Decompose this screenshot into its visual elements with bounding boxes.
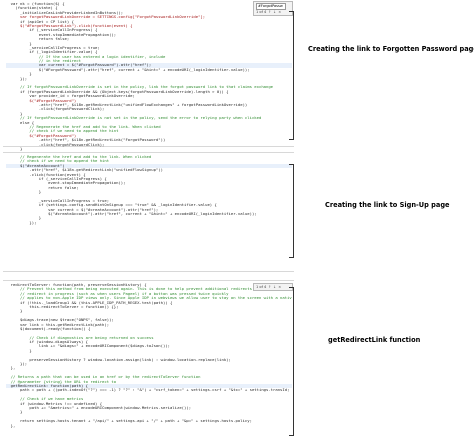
- find-match-count: 1 of 4: [256, 10, 267, 14]
- next-match-icon[interactable]: ↓: [273, 10, 276, 15]
- annotation-get-redirect-link: getRedirectLink function: [328, 336, 421, 344]
- find-widget: #ForgotPassw 1 of 4 ↑ ↓ ×: [253, 1, 293, 16]
- code-line: return settings.hosts.tenant + "/api/" +…: [6, 419, 252, 424]
- code-line: // If forgotPasswordLinkOverride is not …: [6, 116, 262, 121]
- code-block: redirectToServer: function(path, preserv…: [6, 283, 292, 428]
- code-block: // Regenerate the href and add to the li…: [6, 155, 292, 225]
- previous-match-icon[interactable]: ↑: [268, 10, 271, 15]
- find-match-count: 1 of 4: [256, 285, 267, 289]
- code-line: $("#createAccount").attr("href", current…: [6, 212, 257, 217]
- code-screenshot-sign-up: // Regenerate the href and add to the li…: [3, 152, 294, 272]
- code-screenshot-forgot-password: var nk = (function($) { (function(state)…: [3, 0, 294, 151]
- code-line: }: [6, 146, 23, 151]
- code-line: path = path + ((path.indexOf("?") === -1…: [6, 388, 290, 393]
- code-block: var nk = (function($) { (function(state)…: [6, 2, 292, 151]
- code-line: $("#ForgotPassword").attr("href", curren…: [6, 67, 250, 72]
- section-bracket: [289, 164, 294, 258]
- section-bracket: [289, 287, 294, 436]
- close-icon[interactable]: ×: [278, 10, 281, 15]
- code-screenshot-get-redirect-link: redirectToServer: function(path, preserv…: [3, 280, 294, 435]
- code-line: });: [6, 220, 37, 225]
- close-icon[interactable]: ×: [278, 285, 281, 290]
- annotation-forgot-password: Creating the link to Forgotten Password …: [308, 45, 474, 53]
- previous-match-icon[interactable]: ↑: [268, 285, 271, 290]
- next-match-icon[interactable]: ↓: [273, 285, 276, 290]
- find-input[interactable]: #ForgotPassw: [256, 3, 286, 10]
- find-widget: 1 of 4 ↑ ↓ ×: [253, 283, 293, 291]
- code-line: },: [6, 423, 16, 428]
- annotation-sign-up: Creating the link to Sign-Up page: [325, 201, 450, 209]
- section-bracket: [289, 11, 294, 140]
